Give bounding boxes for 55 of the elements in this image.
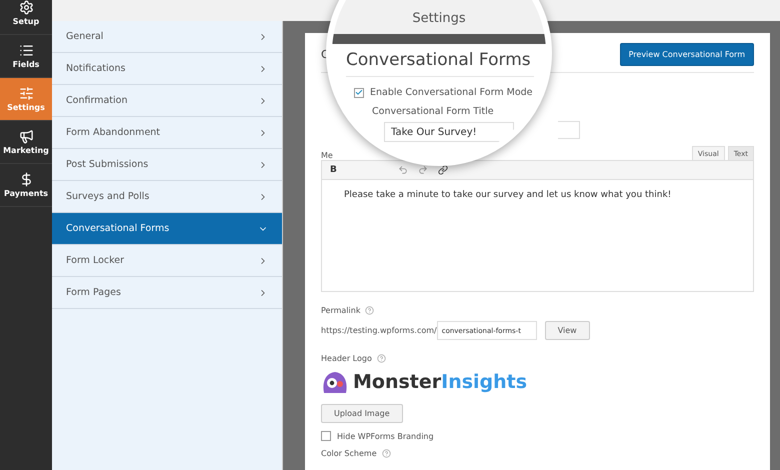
upload-button[interactable]: Upload Image <box>321 404 403 423</box>
header-logo-label: Header Logo <box>321 354 372 363</box>
monster-icon <box>321 369 349 395</box>
settings-menu-item[interactable]: Conversational Forms <box>52 213 282 245</box>
menu-label: Surveys and Polls <box>66 191 150 202</box>
logo-text: Insights <box>441 371 528 393</box>
undo-icon[interactable] <box>398 165 408 175</box>
logo-text: Monster <box>353 371 442 393</box>
settings-menu-item[interactable]: Post Submissions <box>52 149 282 181</box>
checkbox-label: Hide WPForms Branding <box>337 432 434 440</box>
menu-label: Conversational Forms <box>66 223 170 234</box>
checkbox[interactable] <box>354 88 364 98</box>
editor-area[interactable]: Please take a minute to take our survey and let us know what you think! <box>321 180 754 292</box>
menu-label: Form Pages <box>66 287 121 298</box>
message-label: Me <box>321 151 333 160</box>
view-button[interactable]: View <box>544 321 590 340</box>
magnified-title: Settings <box>412 11 466 26</box>
nav-label: Payments <box>4 189 48 198</box>
field-label: Conversational Form Title <box>372 106 495 117</box>
megaphone-icon <box>18 129 34 144</box>
menu-label: Post Submissions <box>66 159 148 170</box>
color-scheme-label: Color Scheme <box>321 449 377 458</box>
redo-icon[interactable] <box>418 165 428 175</box>
checkbox[interactable] <box>321 431 331 441</box>
nav-label: Settings <box>7 103 45 112</box>
bold-button[interactable]: B <box>330 165 337 175</box>
nav-label: Setup <box>12 17 40 26</box>
settings-menu-item[interactable]: Form Pages <box>52 277 282 309</box>
permalink-prefix: https://testing.wpforms.com/ <box>321 326 437 335</box>
settings-menu-item[interactable]: Confirmation <box>52 85 282 117</box>
nav-label: Fields <box>12 60 40 69</box>
link-icon[interactable] <box>438 165 448 175</box>
magnified-heading: Conversational Forms <box>346 50 532 70</box>
input-field[interactable] <box>558 121 580 139</box>
preview-button[interactable]: Preview Conversational Form <box>620 43 754 66</box>
editor-text: Please take a minute to take our survey and let us know what you think! <box>344 190 672 200</box>
menu-label: Confirmation <box>66 95 128 106</box>
help-icon <box>382 449 391 458</box>
help-icon <box>365 306 374 315</box>
sliders-icon <box>18 86 34 101</box>
list-icon <box>18 43 34 58</box>
menu-label: Form Abandonment <box>66 127 160 138</box>
menu-label: General <box>66 31 104 42</box>
settings-menu-item[interactable]: Notifications <box>52 53 282 85</box>
settings-menu-item[interactable]: Form Abandonment <box>52 117 282 149</box>
gear-icon <box>18 0 34 15</box>
title-field[interactable]: Take Our Survey! <box>384 122 514 142</box>
settings-menu-item[interactable]: General <box>52 21 282 53</box>
menu-label: Form Locker <box>66 255 124 266</box>
checkbox-label: Enable Conversational Form Mode <box>370 87 533 98</box>
menu-label: Notifications <box>66 63 126 74</box>
settings-menu-item[interactable]: Form Locker <box>52 245 282 277</box>
help-icon <box>376 354 386 363</box>
nav-label: Marketing <box>3 146 49 155</box>
permalink-label: Permalink <box>321 306 360 315</box>
